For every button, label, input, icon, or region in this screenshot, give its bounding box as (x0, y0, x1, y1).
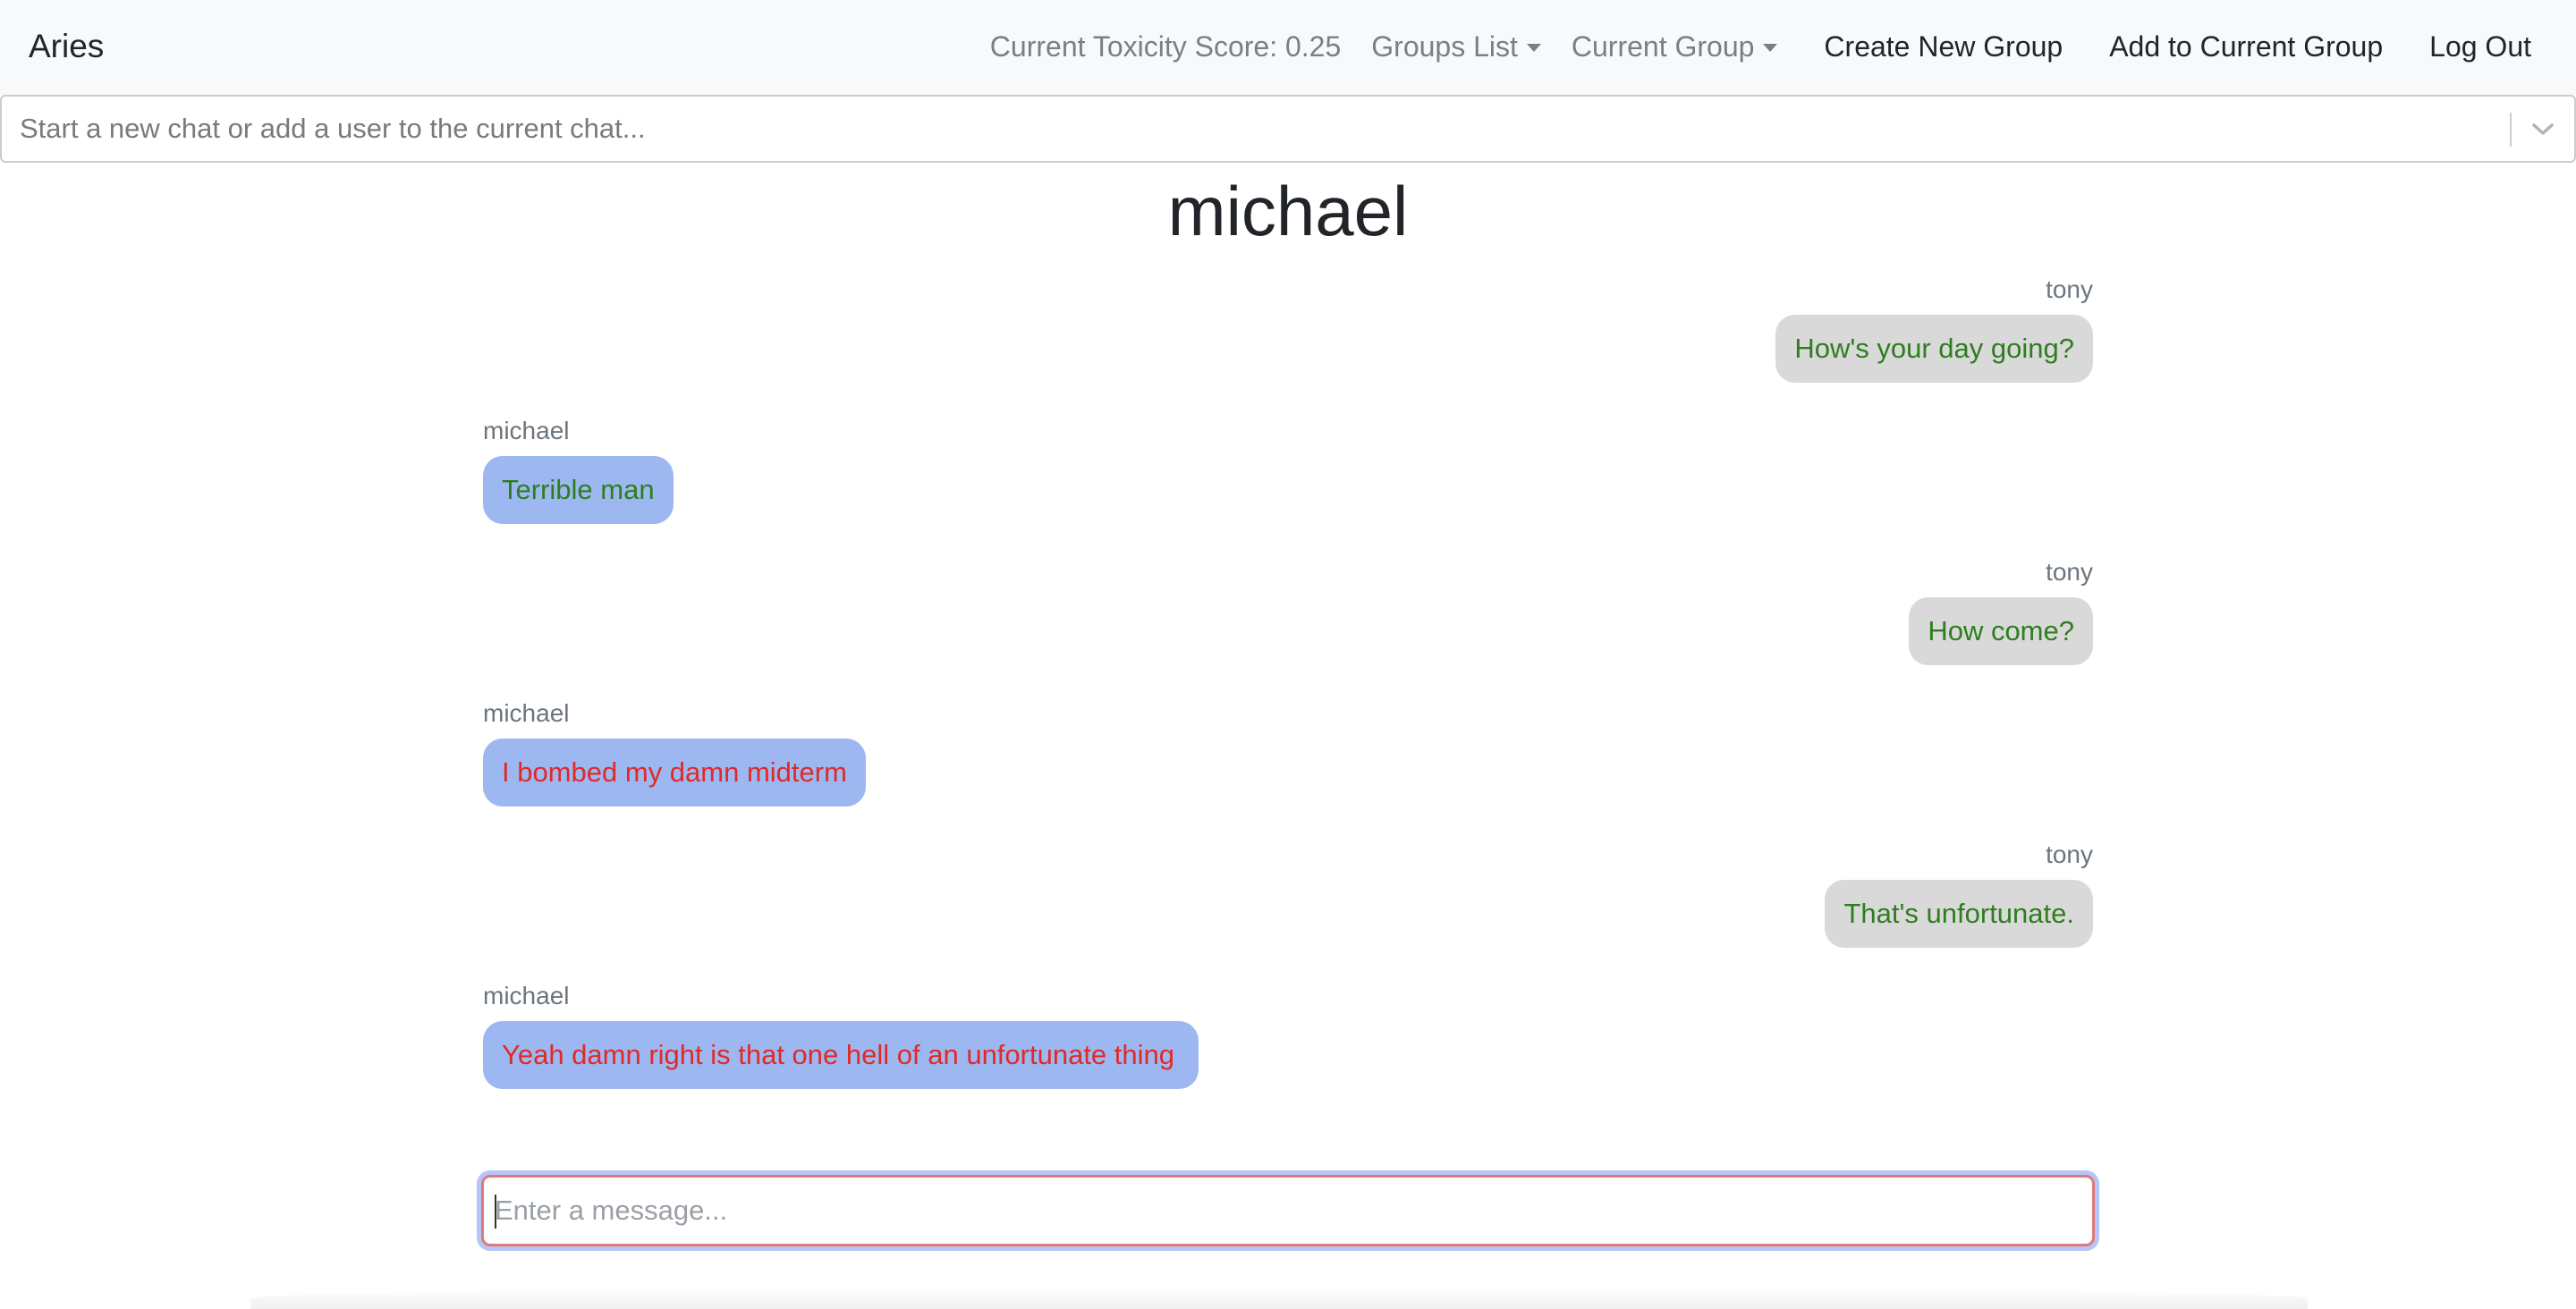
caret-down-icon (1763, 43, 1778, 52)
message-bubble: Terrible man (483, 456, 674, 524)
message-bubble: How's your day going? (1775, 315, 2093, 383)
message-author: tony (2046, 558, 2093, 586)
message-bubble: How come? (1909, 597, 2093, 665)
select-separator (2510, 113, 2512, 147)
nav-items: Current Toxicity Score: 0.25 Groups List… (960, 27, 2531, 66)
message-author: michael (483, 982, 570, 1009)
user-search-select[interactable] (0, 95, 2576, 163)
add-to-group-link[interactable]: Add to Current Group (2109, 27, 2383, 66)
current-group-label: Current Group (1571, 30, 1755, 63)
message-bubble: I bombed my damn midterm (483, 739, 866, 807)
message-input[interactable] (495, 1178, 2078, 1244)
message-author: michael (483, 699, 570, 727)
message-bubble: That's unfortunate. (1825, 880, 2093, 948)
brand-logo[interactable]: Aries (29, 25, 104, 68)
toxicity-score: Current Toxicity Score: 0.25 (989, 30, 1342, 63)
groups-list-label: Groups List (1371, 30, 1518, 63)
message-composer[interactable] (481, 1175, 2095, 1246)
chevron-down-icon[interactable] (2529, 116, 2556, 143)
current-group-dropdown[interactable]: Current Group (1572, 27, 1778, 66)
message-author: tony (2046, 275, 2093, 303)
message-bubble: Yeah damn right is that one hell of an u… (483, 1021, 1199, 1089)
user-search-input[interactable] (20, 97, 2470, 161)
groups-list-dropdown[interactable]: Groups List (1371, 27, 1541, 66)
navbar: Aries Current Toxicity Score: 0.25 Group… (0, 0, 2576, 95)
footer-shadow (250, 1288, 2308, 1309)
message-author: michael (483, 417, 570, 444)
text-cursor (495, 1195, 496, 1229)
create-group-link[interactable]: Create New Group (1824, 27, 2063, 66)
message-author: tony (2046, 840, 2093, 868)
chat-title: michael (1167, 172, 1409, 250)
logout-link[interactable]: Log Out (2429, 27, 2531, 66)
caret-down-icon (1526, 43, 1541, 52)
